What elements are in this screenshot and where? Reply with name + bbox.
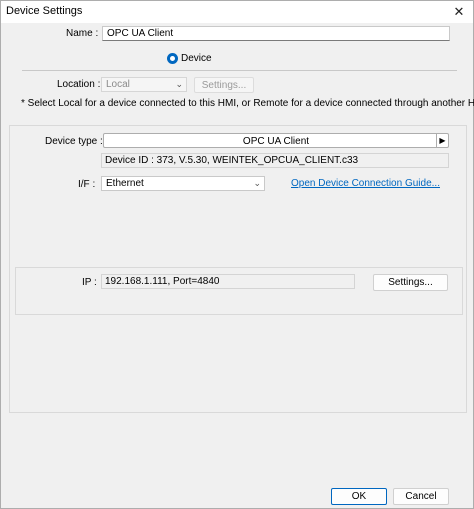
chevron-down-icon: ⌄	[175, 79, 183, 89]
device-id-field: Device ID : 373, V.5.30, WEINTEK_OPCUA_C…	[101, 153, 449, 168]
location-label: Location :	[57, 79, 101, 90]
device-settings-dialog: Device Settings ✕ Name : OPC UA Client D…	[0, 0, 474, 509]
ok-button[interactable]: OK	[331, 488, 387, 505]
divider	[22, 70, 457, 71]
ip-settings-button[interactable]: Settings...	[373, 274, 448, 291]
ip-field: 192.168.1.111, Port=4840	[101, 274, 355, 289]
device-radio[interactable]	[167, 53, 178, 64]
ip-label: IP :	[82, 277, 97, 288]
cancel-button[interactable]: Cancel	[393, 488, 449, 505]
device-radio-label: Device	[181, 53, 212, 64]
interface-select-value: Ethernet	[106, 178, 144, 189]
location-note: * Select Local for a device connected to…	[21, 98, 474, 109]
name-label: Name :	[66, 28, 99, 39]
interface-select[interactable]: Ethernet ⌄	[101, 176, 265, 191]
chevron-down-icon: ⌄	[253, 178, 261, 188]
name-input[interactable]: OPC UA Client	[102, 26, 450, 41]
close-icon[interactable]: ✕	[451, 4, 467, 20]
device-type-value: OPC UA Client	[242, 136, 310, 147]
device-type-label: Device type :	[45, 136, 103, 147]
device-type-selector[interactable]: OPC UA Client ▶	[103, 133, 449, 148]
triangle-right-icon[interactable]: ▶	[436, 133, 448, 148]
window-title: Device Settings	[6, 5, 83, 17]
open-device-guide-link[interactable]: Open Device Connection Guide...	[291, 178, 440, 189]
location-select[interactable]: Local ⌄	[101, 77, 187, 92]
location-settings-button[interactable]: Settings...	[194, 77, 254, 93]
location-select-value: Local	[106, 79, 130, 90]
interface-label: I/F :	[78, 179, 96, 190]
title-bar: Device Settings ✕	[1, 1, 473, 23]
